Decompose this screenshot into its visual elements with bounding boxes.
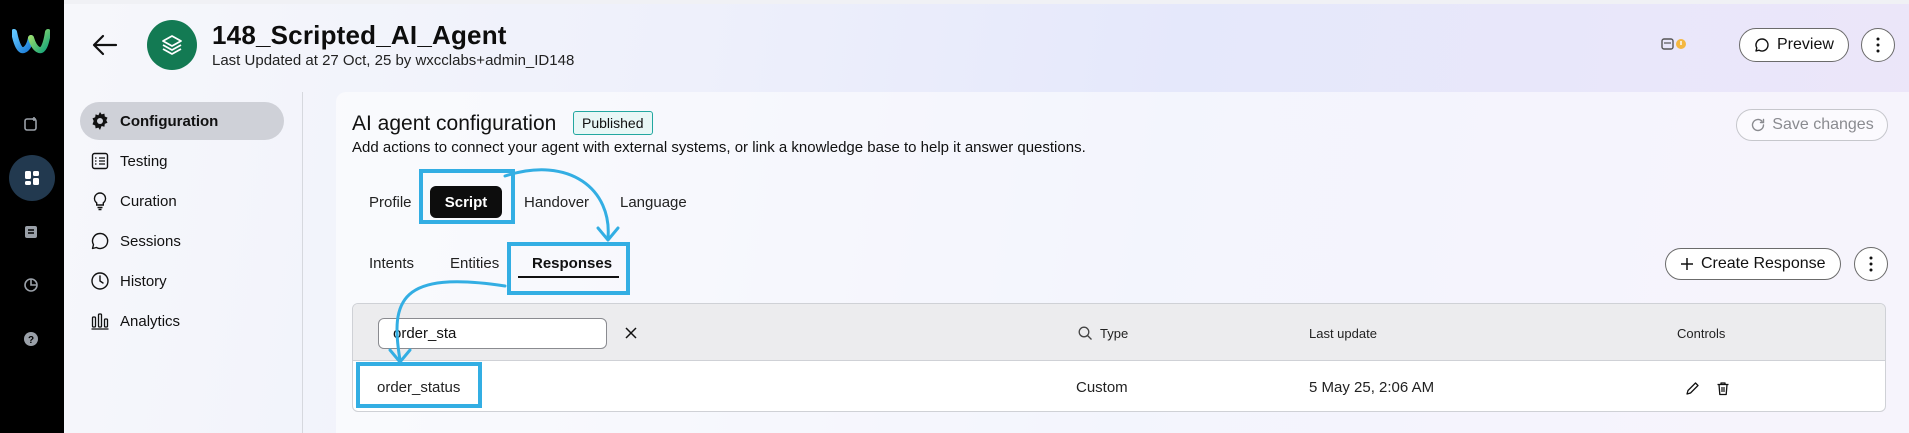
- annotation-arrows: [388, 168, 620, 364]
